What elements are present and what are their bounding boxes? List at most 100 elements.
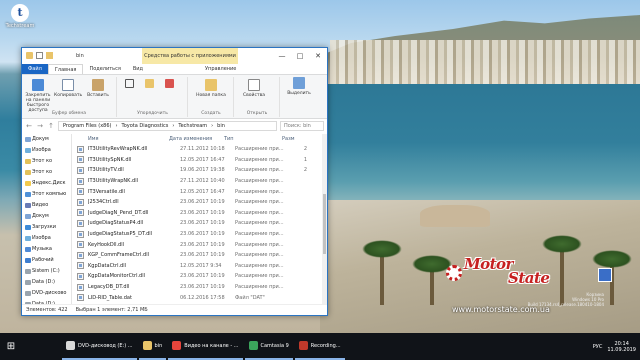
nav-item[interactable]: Видео xyxy=(22,200,71,211)
scrollbar-thumb[interactable] xyxy=(323,194,326,254)
breadcrumb[interactable]: bin xyxy=(217,122,225,130)
nav-item[interactable]: Докум xyxy=(22,211,71,222)
nav-item-icon xyxy=(25,258,31,263)
file-row[interactable]: KGP_CommFrameCtrl.dll 23.06.2017 10:19 Рас… xyxy=(74,250,329,261)
recycle-bin-icon[interactable] xyxy=(598,268,612,282)
column-size[interactable]: Разм xyxy=(282,134,295,144)
paste-button[interactable]: Вставить xyxy=(84,79,112,98)
file-row[interactable]: KeyHookDll.dll 23.06.2017 10:19 Расширение… xyxy=(74,239,329,250)
select-button[interactable]: Выделить xyxy=(284,77,314,96)
forward-arrow-icon[interactable]: → xyxy=(36,122,44,130)
copy-button[interactable]: Копировать xyxy=(54,79,82,98)
breadcrumb[interactable]: Program Files (x86) xyxy=(63,122,111,130)
file-date: 23.06.2017 10:19 xyxy=(180,273,225,280)
breadcrumb[interactable]: Techstream xyxy=(178,122,207,130)
file-row[interactable]: KgpDataCtrl.dll 12.05.2017 9:34 Расширение… xyxy=(74,261,329,272)
copy-icon xyxy=(62,79,74,91)
search-input[interactable]: Поиск: bin xyxy=(280,121,324,131)
create-group: Новая папка Создать xyxy=(189,77,234,117)
file-name: LID-RID_Table.dat xyxy=(88,294,132,301)
file-name: IT3UtilitySpNK.dll xyxy=(88,156,132,163)
file-row[interactable]: JudgeDiagN_Pend_DT.dll 23.06.2017 10:19 Ра… xyxy=(74,208,329,219)
cut-button[interactable] xyxy=(122,79,136,90)
title-bar[interactable]: bin Средства работы с приложениями — □ ✕ xyxy=(22,48,327,64)
nav-item[interactable]: Изобра xyxy=(22,233,71,244)
address-bar-row: ← → ↑ Program Files (x86) › Toyota Diagno… xyxy=(22,119,327,133)
tab-manage[interactable]: Управление xyxy=(199,64,242,74)
taskbar-item[interactable]: bin xyxy=(138,333,167,360)
nav-item[interactable]: Музыка xyxy=(22,244,71,255)
column-type[interactable]: Тип xyxy=(224,134,282,144)
vertical-scrollbar[interactable] xyxy=(322,134,327,304)
tab-file[interactable]: Файл xyxy=(22,64,48,74)
file-row[interactable]: JudgeDiagStatusP4.dll 23.06.2017 10:19 Рас… xyxy=(74,218,329,229)
properties-icon[interactable] xyxy=(36,52,43,59)
file-row[interactable]: IT3UtilityRevWrapNK.dll 27.11.2012 10:18 Р… xyxy=(74,144,329,155)
file-type: Расширение при... xyxy=(235,273,284,280)
clock[interactable]: 20:14 11.09.2019 xyxy=(607,341,636,353)
new-folder-icon[interactable] xyxy=(46,52,53,59)
file-icon xyxy=(77,230,84,238)
language-indicator[interactable]: РУС xyxy=(593,344,603,350)
file-row[interactable]: IT3Versatile.dll 12.05.2017 16:47 Расширен… xyxy=(74,186,329,197)
nav-item-icon xyxy=(25,192,31,197)
pin-button[interactable]: Закрепить на панели быстрого доступа xyxy=(24,79,52,113)
new-folder-button[interactable]: Новая папка xyxy=(195,79,227,98)
breadcrumb[interactable]: Toyota Diagnostics xyxy=(121,122,168,130)
tab-home[interactable]: Главная xyxy=(47,64,84,74)
taskbar-item[interactable]: Видео на канале - ... xyxy=(168,333,243,360)
taskbar-item[interactable]: Camtasia 9 xyxy=(244,333,293,360)
address-path[interactable]: Program Files (x86) › Toyota Diagnostics ›… xyxy=(58,121,277,131)
nav-item[interactable]: Изобра xyxy=(22,145,71,156)
file-date: 27.11.2012 10:18 xyxy=(180,146,225,153)
nav-item[interactable]: Этот ко xyxy=(22,167,71,178)
file-type: Расширение при... xyxy=(235,209,284,216)
file-date: 19.06.2017 19:38 xyxy=(180,167,225,174)
nav-item-label: Музыка xyxy=(32,246,52,252)
back-arrow-icon[interactable]: ← xyxy=(25,122,33,130)
maximize-button[interactable]: □ xyxy=(291,48,309,64)
nav-item[interactable]: Data (D:) xyxy=(22,277,71,288)
up-arrow-icon[interactable]: ↑ xyxy=(47,122,55,130)
file-row[interactable]: LID-RID_Table.dat 06.12.2016 17:58 Файл "D… xyxy=(74,292,329,303)
file-row[interactable]: IT3UtilityTV.dll 19.06.2017 19:38 Расширен… xyxy=(74,165,329,176)
tab-share[interactable]: Поделиться xyxy=(83,64,126,74)
file-row[interactable]: KgpDataMonitorCtrl.dll 23.06.2017 10:19 Ра… xyxy=(74,271,329,282)
properties-label: Свойства xyxy=(243,93,265,98)
minimize-button[interactable]: — xyxy=(273,48,291,64)
file-row[interactable]: IT3UtilityWrapNK.dll 27.11.2012 10:40 Расш… xyxy=(74,176,329,187)
nav-item[interactable]: Докум xyxy=(22,134,71,145)
move-button[interactable] xyxy=(142,79,156,90)
desktop-icon-techstream[interactable]: t Techstream xyxy=(4,4,36,29)
column-name[interactable]: Имя xyxy=(74,134,169,144)
column-headers: Имя Дата изменения Тип Разм xyxy=(74,134,329,144)
tab-view[interactable]: Вид xyxy=(127,64,149,74)
file-type: Расширение при... xyxy=(235,199,284,206)
taskbar-item[interactable]: Recording... xyxy=(294,333,345,360)
column-date[interactable]: Дата изменения xyxy=(169,134,224,144)
close-button[interactable]: ✕ xyxy=(309,48,327,64)
file-row[interactable]: LegacyDB_DT.dll 23.06.2017 10:19 Расширени… xyxy=(74,282,329,293)
file-date: 23.06.2017 10:19 xyxy=(180,241,225,248)
nav-item[interactable]: Рабочий xyxy=(22,255,71,266)
file-list: Имя Дата изменения Тип Разм IT3UtilityRe… xyxy=(74,134,329,304)
move-icon xyxy=(144,79,154,88)
nav-item[interactable]: Загрузки xyxy=(22,222,71,233)
delete-button[interactable] xyxy=(162,79,176,90)
file-type: Расширение при... xyxy=(235,220,284,227)
nav-item[interactable]: Этот компью xyxy=(22,189,71,200)
start-button[interactable]: ⊞ xyxy=(0,333,22,360)
file-row[interactable]: JudgeDiagStatusP5_DT.dll 23.06.2017 10:19… xyxy=(74,229,329,240)
file-name: JudgeDiagN_Pend_DT.dll xyxy=(88,209,149,216)
nav-item[interactable]: Этот ко xyxy=(22,156,71,167)
nav-item[interactable]: DVD-дисково xyxy=(22,288,71,299)
file-row[interactable]: IT3UtilitySpNK.dll 12.05.2017 16:47 Расшир… xyxy=(74,155,329,166)
nav-item[interactable]: Яндекс.Диск xyxy=(22,178,71,189)
file-row[interactable]: J2534Ctrl.dll 23.06.2017 10:19 Расширение … xyxy=(74,197,329,208)
file-icon xyxy=(77,198,84,206)
nav-item[interactable]: Sistem (C:) xyxy=(22,266,71,277)
taskbar-item[interactable]: DVD-дисковод (E:) ... xyxy=(62,333,137,360)
properties-button[interactable]: Свойства xyxy=(239,79,269,98)
paste-icon xyxy=(92,79,104,91)
folder-icon[interactable] xyxy=(26,52,33,59)
